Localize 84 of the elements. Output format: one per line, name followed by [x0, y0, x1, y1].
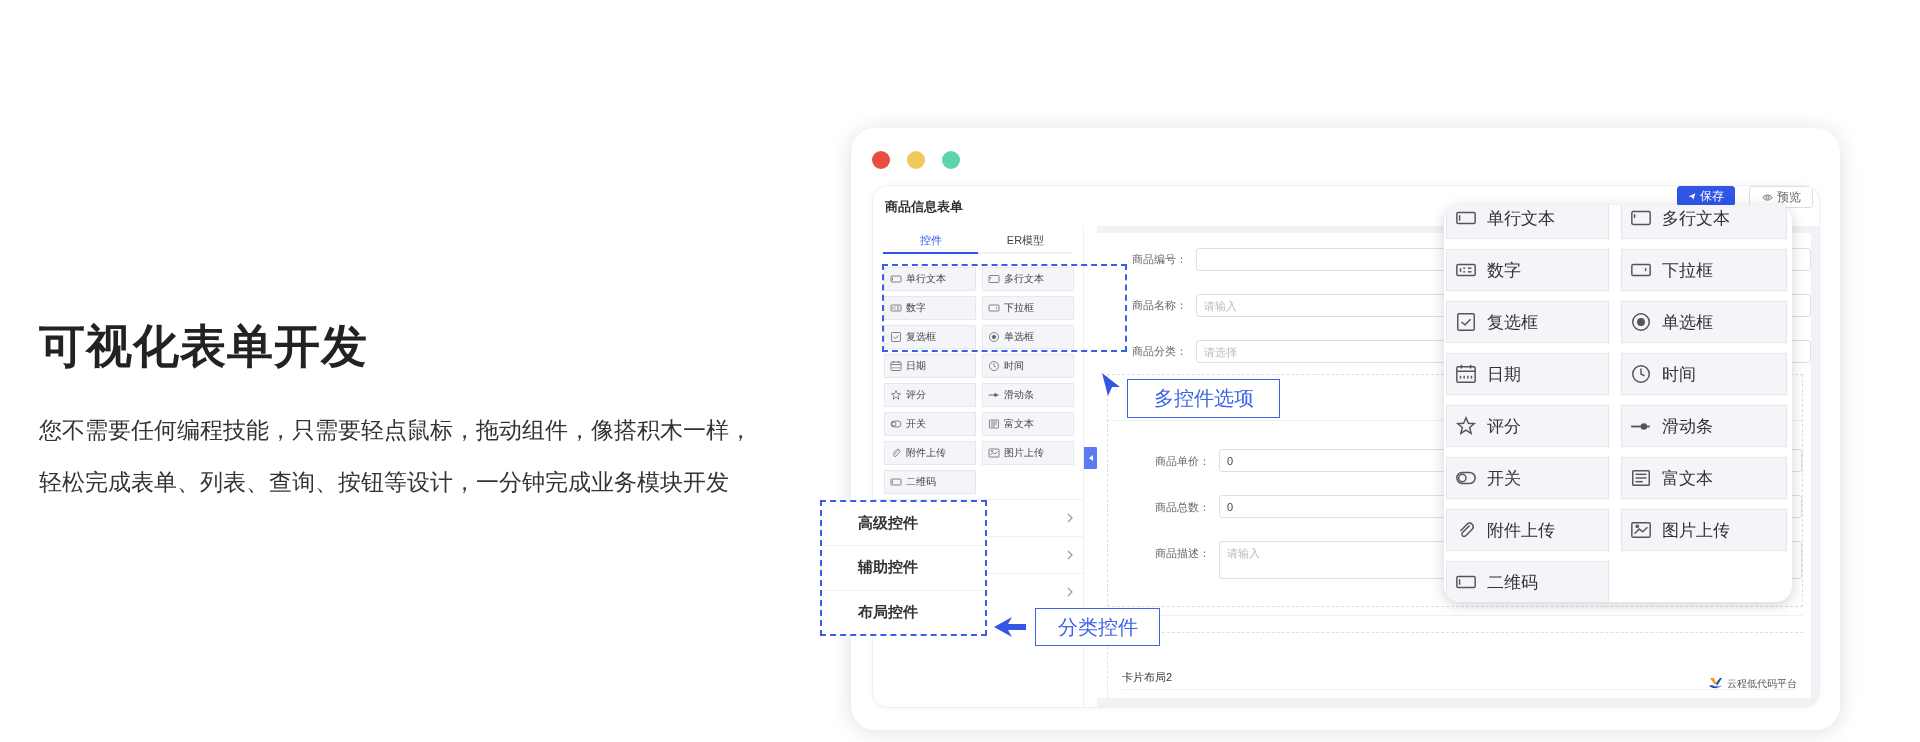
palette-item[interactable]: 单行文本 — [884, 267, 976, 291]
section-title: 卡片布局2 — [1122, 670, 1173, 685]
palette-item[interactable]: 二维码 — [884, 470, 976, 494]
palette-item[interactable]: 下拉框 — [982, 296, 1074, 320]
palette-item[interactable]: 富文本 — [982, 412, 1074, 436]
field-label: 商品描述： — [1154, 546, 1210, 561]
palette-item[interactable]: 评分 — [1446, 405, 1609, 447]
palette-item[interactable]: 单选框 — [1621, 301, 1787, 343]
palette-item[interactable]: 时间 — [1621, 353, 1787, 395]
palette-item[interactable]: 二维码 — [1446, 561, 1609, 602]
palette-item[interactable]: 开关 — [1446, 457, 1609, 499]
palette-item[interactable]: 数字 — [1446, 249, 1609, 291]
page-heading: 可视化表单开发 — [39, 319, 369, 374]
palette-item[interactable]: 单行文本 — [1446, 205, 1609, 239]
palette-item[interactable]: 复选框 — [884, 325, 976, 349]
image-icon — [1630, 519, 1652, 541]
palette-item[interactable]: 滑动条 — [1621, 405, 1787, 447]
field-label: 商品单价： — [1154, 454, 1210, 469]
palette-item[interactable]: 附件上传 — [884, 441, 976, 465]
star-icon — [890, 389, 902, 401]
callout-label: 多控件选项 — [1127, 379, 1280, 418]
category-item[interactable]: 辅助控件 — [822, 546, 985, 591]
clock-icon — [988, 360, 1000, 372]
star-icon — [1455, 415, 1477, 437]
cursor-icon — [1101, 372, 1121, 398]
radio-icon — [988, 331, 1000, 343]
field-label: 商品编号： — [1131, 252, 1187, 267]
palette-item[interactable]: 复选框 — [1446, 301, 1609, 343]
image-icon — [988, 447, 1000, 459]
palette-item[interactable]: 日期 — [884, 354, 976, 378]
minimize-dot[interactable] — [907, 151, 925, 169]
field-label: 商品名称： — [1131, 298, 1187, 313]
toggle-icon — [890, 418, 902, 430]
palette-item[interactable]: 滑动条 — [982, 383, 1074, 407]
radio-icon — [1630, 311, 1652, 333]
palette-item[interactable]: 附件上传 — [1446, 509, 1609, 551]
palette-item[interactable]: 开关 — [884, 412, 976, 436]
caret-left-icon — [1089, 455, 1093, 461]
form-title: 商品信息表单 — [885, 198, 964, 216]
category-item[interactable]: 布局控件 — [822, 590, 985, 634]
palette-item[interactable]: 评分 — [884, 383, 976, 407]
palette-item[interactable]: 数字 — [884, 296, 976, 320]
logo-icon — [1708, 677, 1724, 691]
preview-button[interactable]: 预览 — [1749, 186, 1813, 208]
collapse-handle[interactable] — [1084, 447, 1098, 469]
brand-name: 云程低代码平台 — [1727, 677, 1797, 691]
panel-tab[interactable]: 控件 — [883, 228, 978, 254]
chevron-right-icon[interactable] — [1067, 513, 1073, 523]
palette-item[interactable]: 富文本 — [1621, 457, 1787, 499]
calendar-icon — [890, 360, 902, 372]
close-dot[interactable] — [872, 151, 890, 169]
palette-item[interactable]: 时间 — [982, 354, 1074, 378]
clock-icon — [1630, 363, 1652, 385]
category-item[interactable]: 高级控件 — [822, 502, 985, 547]
chevron-right-icon[interactable] — [1067, 550, 1073, 560]
text-area-icon — [988, 273, 1000, 285]
number-field-icon — [890, 302, 902, 314]
document-icon — [1630, 467, 1652, 489]
palette-item[interactable]: 单选框 — [982, 325, 1074, 349]
checkbox-icon — [1455, 311, 1477, 333]
document-icon — [988, 418, 1000, 430]
dropdown-icon — [988, 302, 1000, 314]
field-label: 商品分类： — [1131, 344, 1187, 359]
maximize-dot[interactable] — [942, 151, 960, 169]
checkbox-icon — [890, 331, 902, 343]
palette-item[interactable]: 图片上传 — [1621, 509, 1787, 551]
arrow-left-icon — [994, 616, 1026, 638]
description-text: 您不需要任何编程技能，只需要轻点鼠标，拖动组件，像搭积木一样， — [39, 416, 753, 445]
palette-item[interactable]: 日期 — [1446, 353, 1609, 395]
input-box-icon — [890, 273, 902, 285]
palette-item[interactable]: 多行文本 — [1621, 205, 1787, 239]
eye-icon — [1761, 191, 1773, 203]
panel-tab[interactable]: ER模型 — [978, 228, 1073, 254]
paperclip-icon — [890, 447, 902, 459]
palette-item[interactable]: 下拉框 — [1621, 249, 1787, 291]
field-label: 商品总数： — [1154, 500, 1210, 515]
chevron-right-icon[interactable] — [1067, 587, 1073, 597]
callout-label: 分类控件 — [1035, 608, 1160, 646]
calendar-icon — [1455, 363, 1477, 385]
palette-item[interactable]: 多行文本 — [982, 267, 1074, 291]
input-box-icon — [890, 476, 902, 488]
save-button[interactable]: 保存 — [1677, 186, 1735, 206]
palette-item[interactable]: 图片上传 — [982, 441, 1074, 465]
description-text: 轻松完成表单、列表、查询、按钮等设计，一分钟完成业务模块开发 — [39, 468, 730, 497]
